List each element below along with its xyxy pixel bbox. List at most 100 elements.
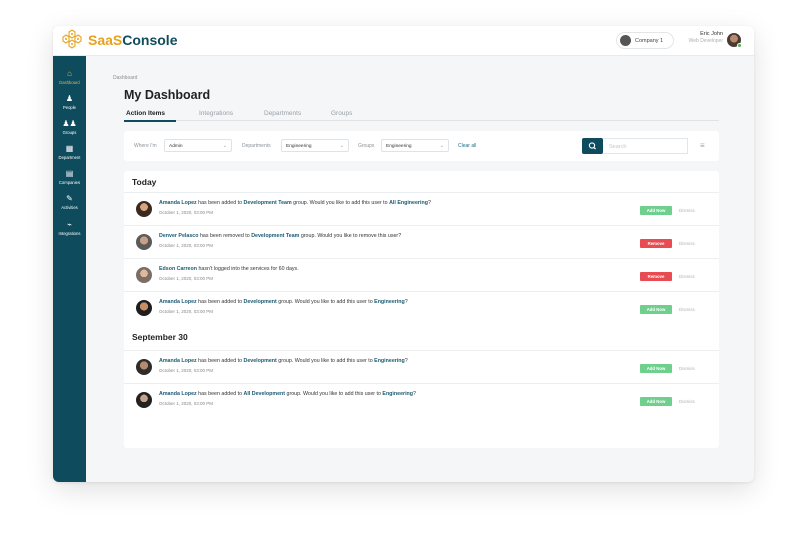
search-input[interactable]: Search: [603, 138, 688, 154]
action-timestamp: October 1, 2020, 03:00 PM: [159, 368, 214, 373]
message-text: group. Would you like to add this user t…: [276, 299, 375, 305]
remove-button[interactable]: Remove: [640, 272, 672, 281]
message-link[interactable]: All Development: [244, 391, 286, 397]
avatar: [136, 392, 152, 408]
action-message: Amanda Lopez has been added to Developme…: [159, 299, 408, 305]
departments-select[interactable]: Engineering ⌄: [281, 139, 349, 152]
sidebar: ⌂ Dashboard ♟ People ♟♟ Groups ▦ Department ▤ Com…: [53, 56, 86, 482]
where-select[interactable]: Admin ⌄: [164, 139, 232, 152]
message-text: group. Would you like to add this user t…: [276, 358, 375, 364]
departments-label: Departments: [242, 143, 271, 149]
tab-integrations[interactable]: Integrations: [199, 110, 233, 117]
sidebar-item-companies[interactable]: ▤ Companies: [53, 169, 86, 186]
message-text: group. Would you like to add this user t…: [285, 391, 383, 397]
action-timestamp: October 1, 2020, 03:00 PM: [159, 276, 214, 281]
clear-all-link[interactable]: Clear all: [458, 143, 476, 149]
tab-bar: Action Items Integrations Departments Gr…: [124, 108, 719, 122]
message-link[interactable]: Amanda Lopez: [159, 358, 197, 364]
app-window: SaaSConsole Company 1 Eric John Web Deve…: [53, 26, 754, 482]
message-text: group. Would you like to add this user t…: [291, 200, 390, 206]
add-now-button[interactable]: Add Now: [640, 397, 672, 406]
sidebar-item-department[interactable]: ▦ Department: [53, 145, 86, 161]
online-status-icon: [737, 43, 742, 48]
message-link[interactable]: Development Team: [251, 233, 299, 239]
add-now-button[interactable]: Add Now: [640, 206, 672, 215]
action-item-row: Edson Carreon hasn't logged into the ser…: [124, 258, 719, 291]
company-name: Company 1: [635, 37, 664, 44]
message-text: has been removed to: [198, 233, 252, 239]
dismiss-button[interactable]: Dismiss: [679, 208, 695, 213]
dismiss-button[interactable]: Dismiss: [679, 366, 695, 371]
tab-departments[interactable]: Departments: [264, 110, 301, 117]
brand-logo[interactable]: SaaSConsole: [61, 29, 177, 51]
sidebar-item-integrations[interactable]: ⌁ Integrations: [53, 221, 86, 237]
action-message: Amanda Lopez has been added to Developme…: [159, 200, 431, 206]
action-message: Amanda Lopez has been added to All Devel…: [159, 391, 416, 397]
action-timestamp: October 1, 2020, 03:00 PM: [159, 243, 214, 248]
action-item-row: Amanda Lopez has been added to Developme…: [124, 192, 719, 225]
message-text: ?: [404, 358, 408, 364]
search-button[interactable]: [582, 138, 603, 154]
remove-button[interactable]: Remove: [640, 239, 672, 248]
active-tab-indicator: [124, 120, 176, 122]
message-link[interactable]: Denver Pelasco: [159, 233, 198, 239]
message-link[interactable]: All Engineering: [389, 200, 428, 206]
dismiss-button[interactable]: Dismiss: [679, 241, 695, 246]
message-text: group. Would you like to remove this use…: [299, 233, 402, 239]
company-switcher[interactable]: Company 1: [616, 32, 674, 49]
avatar: [136, 201, 152, 217]
avatar: [136, 359, 152, 375]
message-link[interactable]: Development Team: [244, 200, 292, 206]
action-message: Denver Pelasco has been removed to Devel…: [159, 233, 401, 239]
logo-hexagon-icon: [62, 29, 82, 49]
user-name: Eric John: [700, 31, 723, 37]
dismiss-button[interactable]: Dismiss: [679, 274, 695, 279]
filter-list-icon[interactable]: ≡: [700, 142, 705, 150]
sidebar-item-label: Activities: [61, 205, 78, 210]
home-icon: ⌂: [67, 69, 72, 78]
user-menu[interactable]: Eric John Web Developer: [688, 31, 742, 48]
office-icon: ▤: [65, 169, 74, 178]
message-link[interactable]: Amanda Lopez: [159, 391, 197, 397]
message-link[interactable]: Engineering: [374, 358, 405, 364]
group-icon: ♟♟: [62, 119, 77, 128]
tab-action-items[interactable]: Action Items: [126, 110, 165, 117]
chevron-down-icon: ⌄: [439, 143, 444, 149]
sidebar-item-people[interactable]: ♟ People: [53, 95, 86, 111]
message-link[interactable]: Engineering: [382, 391, 413, 397]
action-timestamp: October 1, 2020, 03:00 PM: [159, 401, 214, 406]
brand-name-part2: Console: [122, 32, 178, 48]
message-link[interactable]: Amanda Lopez: [159, 200, 197, 206]
section-heading: Today: [132, 177, 157, 187]
message-text: has been added to: [196, 200, 244, 206]
brand-name: SaaSConsole: [88, 32, 177, 48]
sidebar-item-label: Dashboard: [59, 80, 80, 85]
avatar: [136, 267, 152, 283]
search-icon: [588, 142, 597, 150]
add-now-button[interactable]: Add Now: [640, 305, 672, 314]
dismiss-button[interactable]: Dismiss: [679, 307, 695, 312]
action-items-card: Today Amanda Lopez has been added to Deve…: [124, 171, 719, 448]
sidebar-item-activities[interactable]: ✎ Activities: [53, 195, 86, 211]
message-link[interactable]: Amanda Lopez: [159, 299, 197, 305]
tab-groups[interactable]: Groups: [331, 110, 352, 117]
page-title: My Dashboard: [124, 88, 211, 102]
message-link[interactable]: Development: [244, 299, 277, 305]
message-link[interactable]: Engineering: [374, 299, 405, 305]
sidebar-item-label: People: [62, 105, 77, 110]
groups-select[interactable]: Engineering ⌄: [381, 139, 449, 152]
add-now-button[interactable]: Add Now: [640, 364, 672, 373]
groups-label: Groups: [358, 143, 375, 149]
breadcrumb[interactable]: Dashboard: [113, 75, 137, 81]
avatar: [136, 300, 152, 316]
message-link[interactable]: Development: [244, 358, 277, 364]
chevron-down-icon: ⌄: [339, 143, 344, 149]
message-link[interactable]: Edson Carreon: [159, 266, 197, 272]
message-text: ?: [413, 391, 416, 397]
top-bar: SaaSConsole Company 1 Eric John Web Deve…: [53, 26, 754, 56]
sidebar-item-groups[interactable]: ♟♟ Groups: [53, 119, 86, 136]
message-text: has been added to: [196, 391, 244, 397]
dismiss-button[interactable]: Dismiss: [679, 399, 695, 404]
sidebar-item-dashboard[interactable]: ⌂ Dashboard: [53, 69, 86, 86]
user-role: Web Developer: [688, 38, 723, 44]
